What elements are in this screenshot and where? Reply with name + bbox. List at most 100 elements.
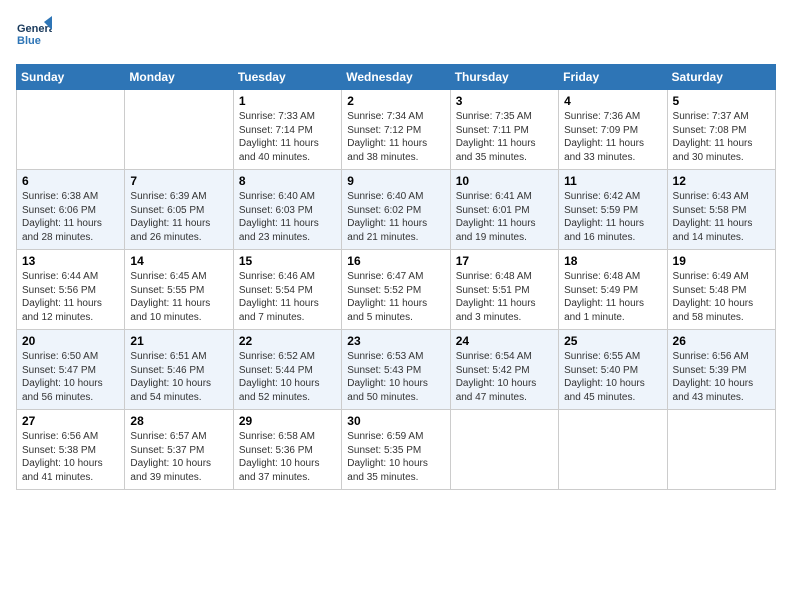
day-info: Sunrise: 6:57 AM Sunset: 5:37 PM Dayligh… bbox=[130, 430, 227, 484]
day-number: 28 bbox=[130, 414, 227, 428]
weekday-header-sunday: Sunday bbox=[17, 65, 125, 90]
calendar-cell bbox=[450, 410, 558, 490]
day-number: 25 bbox=[564, 334, 661, 348]
day-info: Sunrise: 6:44 AM Sunset: 5:56 PM Dayligh… bbox=[22, 270, 119, 324]
day-info: Sunrise: 7:37 AM Sunset: 7:08 PM Dayligh… bbox=[673, 110, 770, 164]
calendar-cell: 17 Sunrise: 6:48 AM Sunset: 5:51 PM Dayli… bbox=[450, 250, 558, 330]
day-number: 19 bbox=[673, 254, 770, 268]
calendar-cell: 13Sunrise: 6:44 AM Sunset: 5:56 PM Dayli… bbox=[17, 250, 125, 330]
day-number: 16 bbox=[347, 254, 444, 268]
calendar-cell bbox=[125, 90, 233, 170]
day-number: 27 bbox=[22, 414, 119, 428]
calendar-cell: 8 Sunrise: 6:40 AM Sunset: 6:03 PM Daylig… bbox=[233, 170, 341, 250]
day-info: Sunrise: 6:54 AM Sunset: 5:42 PM Dayligh… bbox=[456, 350, 553, 404]
calendar-cell: 21 Sunrise: 6:51 AM Sunset: 5:46 PM Dayli… bbox=[125, 330, 233, 410]
day-info: Sunrise: 6:55 AM Sunset: 5:40 PM Dayligh… bbox=[564, 350, 661, 404]
calendar-week-row: 27 Sunrise: 6:56 AM Sunset: 5:38 PM Dayli… bbox=[17, 410, 776, 490]
calendar-cell bbox=[559, 410, 667, 490]
day-number: 20 bbox=[22, 334, 119, 348]
calendar-header-row: SundayMondayTuesdayWednesdayThursdayFrid… bbox=[17, 65, 776, 90]
calendar-cell: 24 Sunrise: 6:54 AM Sunset: 5:42 PM Dayli… bbox=[450, 330, 558, 410]
day-number: 12 bbox=[673, 174, 770, 188]
day-number: 3 bbox=[456, 94, 553, 108]
day-info: Sunrise: 6:56 AM Sunset: 5:39 PM Dayligh… bbox=[673, 350, 770, 404]
calendar-cell: 6 Sunrise: 6:38 AM Sunset: 6:06 PM Daylig… bbox=[17, 170, 125, 250]
day-info: Sunrise: 6:40 AM Sunset: 6:03 PM Dayligh… bbox=[239, 190, 336, 244]
calendar-table: SundayMondayTuesdayWednesdayThursdayFrid… bbox=[16, 64, 776, 490]
calendar-cell: 22 Sunrise: 6:52 AM Sunset: 5:44 PM Dayli… bbox=[233, 330, 341, 410]
day-number: 9 bbox=[347, 174, 444, 188]
day-number: 4 bbox=[564, 94, 661, 108]
day-number: 11 bbox=[564, 174, 661, 188]
day-info: Sunrise: 6:53 AM Sunset: 5:43 PM Dayligh… bbox=[347, 350, 444, 404]
day-number: 5 bbox=[673, 94, 770, 108]
day-number: 8 bbox=[239, 174, 336, 188]
calendar-week-row: 6 Sunrise: 6:38 AM Sunset: 6:06 PM Daylig… bbox=[17, 170, 776, 250]
calendar-cell bbox=[667, 410, 775, 490]
calendar-cell: 3Sunrise: 7:35 AM Sunset: 7:11 PM Daylig… bbox=[450, 90, 558, 170]
day-info: Sunrise: 6:49 AM Sunset: 5:48 PM Dayligh… bbox=[673, 270, 770, 324]
calendar-cell bbox=[17, 90, 125, 170]
day-number: 17 bbox=[456, 254, 553, 268]
day-info: Sunrise: 6:41 AM Sunset: 6:01 PM Dayligh… bbox=[456, 190, 553, 244]
weekday-header-monday: Monday bbox=[125, 65, 233, 90]
day-number: 18 bbox=[564, 254, 661, 268]
day-number: 1 bbox=[239, 94, 336, 108]
calendar-cell: 15 Sunrise: 6:46 AM Sunset: 5:54 PM Dayli… bbox=[233, 250, 341, 330]
day-info: Sunrise: 6:48 AM Sunset: 5:51 PM Dayligh… bbox=[456, 270, 553, 324]
day-info: Sunrise: 6:48 AM Sunset: 5:49 PM Dayligh… bbox=[564, 270, 661, 324]
day-number: 7 bbox=[130, 174, 227, 188]
day-number: 15 bbox=[239, 254, 336, 268]
day-info: Sunrise: 6:38 AM Sunset: 6:06 PM Dayligh… bbox=[22, 190, 119, 244]
calendar-cell: 4Sunrise: 7:36 AM Sunset: 7:09 PM Daylig… bbox=[559, 90, 667, 170]
day-info: Sunrise: 7:34 AM Sunset: 7:12 PM Dayligh… bbox=[347, 110, 444, 164]
calendar-cell: 2 Sunrise: 7:34 AM Sunset: 7:12 PM Daylig… bbox=[342, 90, 450, 170]
day-info: Sunrise: 6:58 AM Sunset: 5:36 PM Dayligh… bbox=[239, 430, 336, 484]
calendar-cell: 23 Sunrise: 6:53 AM Sunset: 5:43 PM Dayli… bbox=[342, 330, 450, 410]
calendar-cell: 7 Sunrise: 6:39 AM Sunset: 6:05 PM Daylig… bbox=[125, 170, 233, 250]
day-number: 26 bbox=[673, 334, 770, 348]
calendar-cell: 20 Sunrise: 6:50 AM Sunset: 5:47 PM Dayli… bbox=[17, 330, 125, 410]
day-number: 10 bbox=[456, 174, 553, 188]
calendar-cell: 1 Sunrise: 7:33 AM Sunset: 7:14 PM Daylig… bbox=[233, 90, 341, 170]
day-info: Sunrise: 6:39 AM Sunset: 6:05 PM Dayligh… bbox=[130, 190, 227, 244]
calendar-cell: 16 Sunrise: 6:47 AM Sunset: 5:52 PM Dayli… bbox=[342, 250, 450, 330]
calendar-cell: 30 Sunrise: 6:59 AM Sunset: 5:35 PM Dayli… bbox=[342, 410, 450, 490]
day-info: Sunrise: 6:47 AM Sunset: 5:52 PM Dayligh… bbox=[347, 270, 444, 324]
svg-text:Blue: Blue bbox=[17, 35, 41, 47]
day-info: Sunrise: 6:40 AM Sunset: 6:02 PM Dayligh… bbox=[347, 190, 444, 244]
calendar-cell: 25 Sunrise: 6:55 AM Sunset: 5:40 PM Dayli… bbox=[559, 330, 667, 410]
calendar-cell: 19 Sunrise: 6:49 AM Sunset: 5:48 PM Dayli… bbox=[667, 250, 775, 330]
day-info: Sunrise: 6:46 AM Sunset: 5:54 PM Dayligh… bbox=[239, 270, 336, 324]
day-number: 23 bbox=[347, 334, 444, 348]
calendar-cell: 26 Sunrise: 6:56 AM Sunset: 5:39 PM Dayli… bbox=[667, 330, 775, 410]
calendar-cell: 10 Sunrise: 6:41 AM Sunset: 6:01 PM Dayli… bbox=[450, 170, 558, 250]
calendar-week-row: 13Sunrise: 6:44 AM Sunset: 5:56 PM Dayli… bbox=[17, 250, 776, 330]
day-number: 6 bbox=[22, 174, 119, 188]
svg-text:General: General bbox=[17, 23, 52, 35]
day-info: Sunrise: 6:59 AM Sunset: 5:35 PM Dayligh… bbox=[347, 430, 444, 484]
day-info: Sunrise: 6:50 AM Sunset: 5:47 PM Dayligh… bbox=[22, 350, 119, 404]
day-info: Sunrise: 6:52 AM Sunset: 5:44 PM Dayligh… bbox=[239, 350, 336, 404]
day-info: Sunrise: 6:56 AM Sunset: 5:38 PM Dayligh… bbox=[22, 430, 119, 484]
calendar-cell: 18 Sunrise: 6:48 AM Sunset: 5:49 PM Dayli… bbox=[559, 250, 667, 330]
day-number: 21 bbox=[130, 334, 227, 348]
calendar-cell: 5 Sunrise: 7:37 AM Sunset: 7:08 PM Daylig… bbox=[667, 90, 775, 170]
day-info: Sunrise: 6:45 AM Sunset: 5:55 PM Dayligh… bbox=[130, 270, 227, 324]
day-info: Sunrise: 7:33 AM Sunset: 7:14 PM Dayligh… bbox=[239, 110, 336, 164]
day-info: Sunrise: 6:51 AM Sunset: 5:46 PM Dayligh… bbox=[130, 350, 227, 404]
calendar-cell: 12Sunrise: 6:43 AM Sunset: 5:58 PM Dayli… bbox=[667, 170, 775, 250]
calendar-cell: 27 Sunrise: 6:56 AM Sunset: 5:38 PM Dayli… bbox=[17, 410, 125, 490]
calendar-cell: 11 Sunrise: 6:42 AM Sunset: 5:59 PM Dayli… bbox=[559, 170, 667, 250]
day-number: 30 bbox=[347, 414, 444, 428]
calendar-cell: 29 Sunrise: 6:58 AM Sunset: 5:36 PM Dayli… bbox=[233, 410, 341, 490]
day-number: 22 bbox=[239, 334, 336, 348]
day-number: 2 bbox=[347, 94, 444, 108]
day-number: 14 bbox=[130, 254, 227, 268]
day-info: Sunrise: 6:42 AM Sunset: 5:59 PM Dayligh… bbox=[564, 190, 661, 244]
day-number: 29 bbox=[239, 414, 336, 428]
calendar-cell: 9 Sunrise: 6:40 AM Sunset: 6:02 PM Daylig… bbox=[342, 170, 450, 250]
weekday-header-thursday: Thursday bbox=[450, 65, 558, 90]
day-number: 24 bbox=[456, 334, 553, 348]
calendar-cell: 28 Sunrise: 6:57 AM Sunset: 5:37 PM Dayli… bbox=[125, 410, 233, 490]
